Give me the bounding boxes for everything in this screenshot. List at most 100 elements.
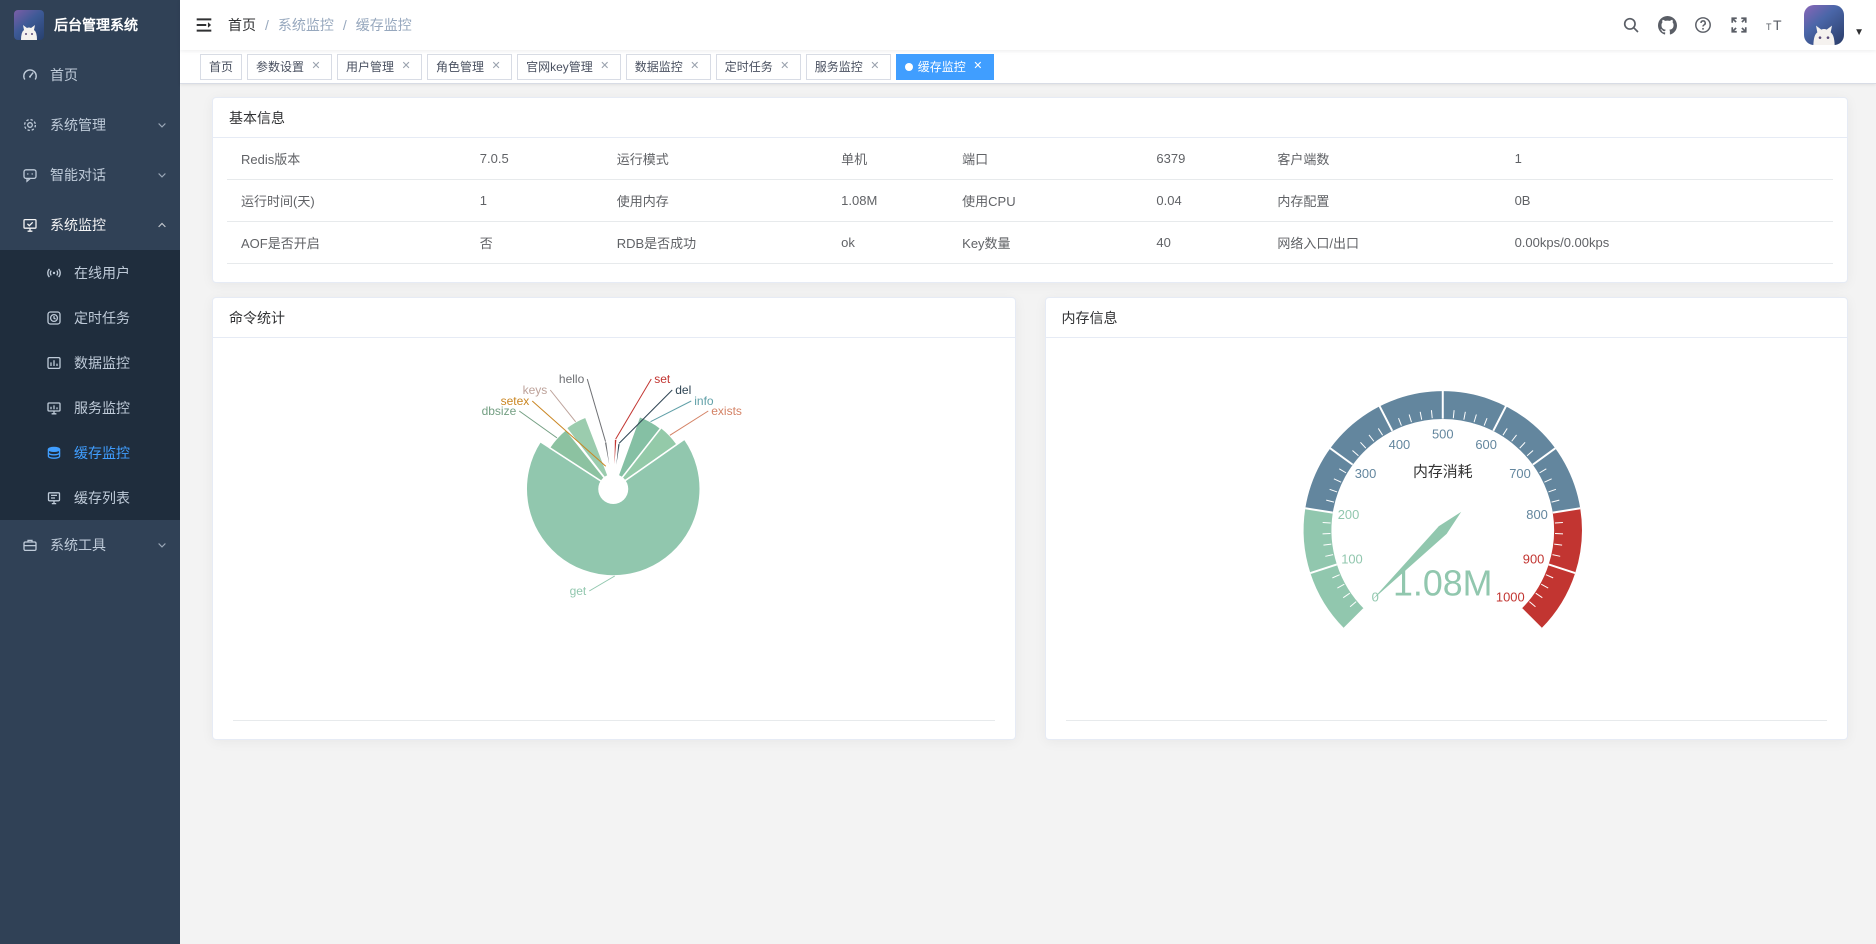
close-icon[interactable]: ✕ <box>309 60 323 74</box>
info-label: RDB是否成功 <box>617 233 841 252</box>
app-title: 后台管理系统 <box>54 15 138 35</box>
tab-home[interactable]: 首页 <box>200 54 242 80</box>
card-footer-divider <box>233 720 995 721</box>
page-content: 基本信息 Redis版本7.0.5 运行模式单机 端口6379 客户端数1 运行… <box>180 84 1876 740</box>
tab-scheduled-tasks[interactable]: 定时任务✕ <box>716 54 801 80</box>
tab-label: 用户管理 <box>346 58 394 75</box>
svg-text:setex: setex <box>501 394 530 408</box>
sidebar-item-data-monitor[interactable]: 数据监控 <box>0 340 180 385</box>
close-icon[interactable]: ✕ <box>868 60 882 74</box>
tab-service-monitor[interactable]: 服务监控 ✕ <box>806 54 891 80</box>
tab-label: 服务监控 <box>815 58 863 75</box>
info-value: 否 <box>480 233 617 252</box>
card-footer-divider <box>1066 720 1828 721</box>
sidebar-item-service-monitor[interactable]: 服务监控 <box>0 385 180 430</box>
info-value: 0.00kps/0.00kps <box>1515 235 1833 250</box>
cache-list-icon <box>46 490 62 506</box>
basic-info-table: Redis版本7.0.5 运行模式单机 端口6379 客户端数1 运行时间(天)… <box>213 138 1847 282</box>
svg-text:400: 400 <box>1388 437 1410 452</box>
tab-role-management[interactable]: 角色管理✕ <box>427 54 512 80</box>
hamburger-icon[interactable] <box>180 0 228 50</box>
card-title: 基本信息 <box>213 98 1847 138</box>
sidebar-item-cache-list[interactable]: 缓存列表 <box>0 475 180 520</box>
info-label: Key数量 <box>962 233 1156 252</box>
navbar: 首页 / 系统监控 / 缓存监控 TT ▼ <box>180 0 1876 50</box>
breadcrumb-home[interactable]: 首页 <box>228 15 256 35</box>
table-row: Redis版本7.0.5 运行模式单机 端口6379 客户端数1 <box>227 138 1833 180</box>
info-label: 客户端数 <box>1277 149 1514 168</box>
sidebar-item-system-management[interactable]: 系统管理 <box>0 100 180 150</box>
sidebar-item-online-users[interactable]: 在线用户 <box>0 250 180 295</box>
info-value: 0.04 <box>1156 193 1277 208</box>
tab-label: 参数设置 <box>256 58 304 75</box>
font-size-icon[interactable]: TT <box>1760 7 1790 43</box>
navbar-actions: TT ▼ <box>1616 5 1864 45</box>
breadcrumb-system-monitor[interactable]: 系统监控 <box>278 15 334 35</box>
info-label: AOF是否开启 <box>241 233 480 252</box>
avatar[interactable] <box>1804 5 1844 45</box>
table-row: 运行时间(天)1 使用内存1.08M 使用CPU0.04 内存配置0B <box>227 180 1833 222</box>
dashboard-icon <box>22 67 38 83</box>
memory-gauge-chart: 01002003004005006007008009001000内存消耗1.08… <box>1046 338 1848 741</box>
sidebar-item-system-monitor[interactable]: 系统监控 <box>0 200 180 250</box>
sidebar-item-label: 服务监控 <box>74 398 130 418</box>
info-label: 运行模式 <box>617 149 841 168</box>
sidebar-item-label: 系统工具 <box>50 535 106 555</box>
cache-monitor-icon <box>46 445 62 461</box>
breadcrumb: 首页 / 系统监控 / 缓存监控 <box>228 15 412 35</box>
info-value: 6379 <box>1156 151 1277 166</box>
help-icon[interactable] <box>1688 7 1718 43</box>
github-icon[interactable] <box>1652 7 1682 43</box>
sidebar-item-label: 首页 <box>50 65 78 85</box>
close-icon[interactable]: ✕ <box>598 60 612 74</box>
svg-text:T: T <box>1773 17 1782 33</box>
svg-text:内存消耗: 内存消耗 <box>1412 463 1472 480</box>
sidebar-item-cache-monitor[interactable]: 缓存监控 <box>0 430 180 475</box>
svg-text:200: 200 <box>1337 507 1359 522</box>
info-value: 1 <box>480 193 617 208</box>
tab-param-settings[interactable]: 参数设置 ✕ <box>247 54 332 80</box>
app-logo[interactable]: 后台管理系统 <box>0 0 180 50</box>
sidebar-menu: 首页 系统管理 智能对话 系统监控 在线用户 <box>0 50 180 570</box>
online-user-icon <box>46 265 62 281</box>
breadcrumb-cache-monitor: 缓存监控 <box>356 15 412 35</box>
search-icon[interactable] <box>1616 7 1646 43</box>
tab-label: 数据监控 <box>635 58 683 75</box>
chat-icon <box>22 167 38 183</box>
chevron-down-icon <box>156 539 168 551</box>
fullscreen-icon[interactable] <box>1724 7 1754 43</box>
sidebar-item-scheduled-tasks[interactable]: 定时任务 <box>0 295 180 340</box>
info-value: ok <box>841 235 962 250</box>
sidebar-item-label: 系统监控 <box>50 215 106 235</box>
svg-text:exists: exists <box>711 404 742 418</box>
tab-label: 官网key管理 <box>526 58 593 75</box>
close-icon[interactable]: ✕ <box>399 60 413 74</box>
sidebar-item-home[interactable]: 首页 <box>0 50 180 100</box>
close-icon[interactable]: ✕ <box>778 60 792 74</box>
monitor-check-icon <box>22 217 38 233</box>
gear-icon <box>22 117 38 133</box>
tab-data-monitor[interactable]: 数据监控 ✕ <box>626 54 711 80</box>
info-label: 运行时间(天) <box>241 191 480 210</box>
chevron-up-icon <box>156 219 168 231</box>
sidebar-item-ai-chat[interactable]: 智能对话 <box>0 150 180 200</box>
info-value: 单机 <box>841 149 962 168</box>
chevron-down-icon <box>156 119 168 131</box>
sidebar-item-system-tools[interactable]: 系统工具 <box>0 520 180 570</box>
tab-website-key-management[interactable]: 官网key管理 ✕ <box>517 54 621 80</box>
info-value: 1 <box>1515 151 1833 166</box>
close-icon[interactable]: ✕ <box>489 60 503 74</box>
tab-label: 首页 <box>209 58 233 75</box>
caret-down-icon[interactable]: ▼ <box>1854 27 1864 38</box>
close-icon[interactable]: ✕ <box>971 60 985 74</box>
basic-info-card: 基本信息 Redis版本7.0.5 运行模式单机 端口6379 客户端数1 运行… <box>212 97 1848 283</box>
svg-text:set: set <box>654 372 671 386</box>
active-tab-dot <box>905 63 913 71</box>
close-icon[interactable]: ✕ <box>688 60 702 74</box>
card-title: 命令统计 <box>213 298 1015 338</box>
app-layout: 后台管理系统 首页 系统管理 智能对话 系统监控 <box>0 0 1876 944</box>
info-label: 网络入口/出口 <box>1277 233 1514 252</box>
tab-cache-monitor[interactable]: 缓存监控✕ <box>896 54 994 80</box>
tab-user-management[interactable]: 用户管理 ✕ <box>337 54 422 80</box>
svg-text:900: 900 <box>1522 552 1544 567</box>
